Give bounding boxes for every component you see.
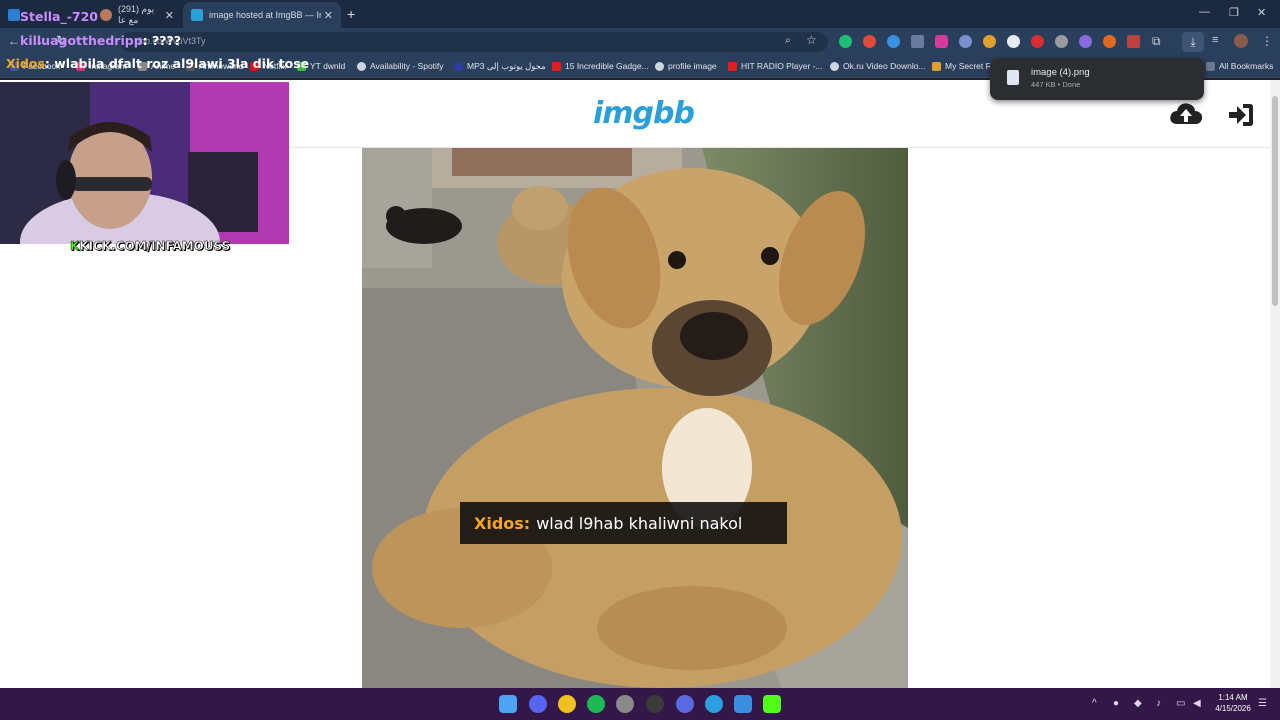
- download-bubble[interactable]: image (4).png 447 KB • Done: [990, 58, 1204, 100]
- chat-username: Xidos: [6, 56, 45, 71]
- profile-avatar[interactable]: [1234, 34, 1248, 48]
- bookmark-profile-image[interactable]: profile image: [655, 61, 717, 71]
- page-scrollbar[interactable]: [1270, 80, 1280, 688]
- chat-text: : ????: [142, 33, 182, 48]
- webcam-overlay: [0, 82, 289, 244]
- tab-title: image hosted at ImgBB — ImgB: [209, 10, 321, 20]
- downloads-icon[interactable]: ⤓: [1182, 32, 1204, 52]
- extension-icon[interactable]: [911, 35, 924, 48]
- app-icon[interactable]: [646, 695, 664, 713]
- network-icon[interactable]: ▭: [1176, 698, 1185, 709]
- extensions-puzzle-icon[interactable]: ⧉: [1152, 34, 1161, 49]
- start-icon[interactable]: [499, 695, 517, 713]
- bookmark-gadgets[interactable]: 15 Incredible Gadge...: [552, 61, 649, 71]
- kick-channel-label: KKICK.COM/INFAMOUSS: [70, 239, 231, 254]
- bookmark-hit-radio[interactable]: HIT RADIO Player -...: [728, 61, 823, 71]
- mic-icon[interactable]: ♪: [1156, 698, 1161, 709]
- restore-icon[interactable]: ❐: [1229, 6, 1239, 19]
- telegram-icon[interactable]: [705, 695, 723, 713]
- chat-username: Stella_-720: [20, 9, 98, 24]
- sign-in-icon[interactable]: [1226, 100, 1256, 130]
- tray-icon[interactable]: ●: [1113, 698, 1119, 709]
- app-icon[interactable]: [734, 695, 752, 713]
- extension-icon[interactable]: [935, 35, 948, 48]
- volume-icon[interactable]: ◀: [1193, 698, 1201, 709]
- notification-icon[interactable]: ☰: [1258, 698, 1267, 709]
- extension-icon[interactable]: [839, 35, 852, 48]
- extension-icon[interactable]: [1031, 35, 1044, 48]
- kick-icon[interactable]: [763, 695, 781, 713]
- caption-text: wlad l9hab khaliwni nakol: [536, 513, 743, 533]
- bookmark-okru-downloader[interactable]: Ok.ru Video Downlo...: [830, 61, 926, 71]
- dog-photo: [362, 148, 908, 688]
- reading-list-icon[interactable]: ≡: [1212, 34, 1218, 46]
- spotify-icon[interactable]: [587, 695, 605, 713]
- streamer-webcam: [0, 82, 289, 244]
- close-window-icon[interactable]: ✕: [1257, 6, 1266, 19]
- close-tab-icon[interactable]: ✕: [165, 9, 174, 22]
- chat-text: : wlabila dfalt roz al9lawi 3la dik tose: [44, 56, 310, 71]
- imgbb-favicon-icon: [191, 9, 203, 21]
- tab-youtube-arabic[interactable]: (291) يوم مع عا ✕: [92, 2, 182, 28]
- hosted-image[interactable]: [362, 148, 908, 688]
- extension-icon[interactable]: [1127, 35, 1140, 48]
- chat-caption-box: Xidos: wlad l9hab khaliwni nakol: [460, 502, 787, 544]
- app-icon[interactable]: [676, 695, 694, 713]
- imgbb-logo[interactable]: imgbb: [593, 96, 695, 131]
- chat-username: killuagotthedripp: [20, 33, 143, 48]
- extension-icon[interactable]: [959, 35, 972, 48]
- caption-username: Xidos:: [474, 513, 531, 533]
- bookmark-all-bookmarks[interactable]: All Bookmarks: [1206, 61, 1273, 71]
- extension-icon[interactable]: [887, 35, 900, 48]
- discord-icon[interactable]: [529, 695, 547, 713]
- chat-message: killuagotthedripp: ????: [4, 33, 181, 48]
- chrome-icon[interactable]: [558, 695, 576, 713]
- obs-icon[interactable]: [616, 695, 634, 713]
- new-tab-button[interactable]: +: [347, 6, 355, 22]
- upload-cloud-icon[interactable]: [1168, 100, 1204, 128]
- extension-icon[interactable]: [983, 35, 996, 48]
- minimize-icon[interactable]: —: [1199, 6, 1210, 18]
- taskbar-clock[interactable]: 1:14 AM 4/15/2026: [1208, 692, 1258, 714]
- extension-icon[interactable]: [1103, 35, 1116, 48]
- zoom-icon[interactable]: ⌕: [785, 35, 791, 46]
- download-status: 447 KB • Done: [1031, 80, 1081, 89]
- download-filename[interactable]: image (4).png: [1031, 67, 1090, 78]
- scrollbar-thumb[interactable]: [1272, 96, 1278, 306]
- windows-taskbar: [0, 688, 1280, 720]
- close-tab-icon[interactable]: ✕: [324, 9, 333, 22]
- bookmark-mp3-converter[interactable]: MP3 محول يوتوب إلى: [454, 61, 546, 72]
- menu-kebab-icon[interactable]: ⋮: [1261, 34, 1273, 48]
- bookmark-spotify-availability[interactable]: Availability - Spotify: [357, 61, 444, 71]
- extension-icon[interactable]: [1079, 35, 1092, 48]
- discord-tray-icon[interactable]: ◆: [1134, 698, 1142, 709]
- bookmark-star-icon[interactable]: ☆: [806, 33, 817, 47]
- extension-icon[interactable]: [863, 35, 876, 48]
- file-icon: [1007, 70, 1019, 85]
- chat-message: Xidos: wlabila dfalt roz al9lawi 3la dik…: [6, 56, 309, 71]
- tray-overflow-icon[interactable]: ^: [1092, 698, 1097, 709]
- tab-title: (291) يوم مع عا: [118, 4, 155, 25]
- extension-icon[interactable]: [1055, 35, 1068, 48]
- chat-message: Stella_-720: [4, 9, 98, 24]
- extension-icon[interactable]: [1007, 35, 1020, 48]
- address-bar[interactable]: ibb.co/WvpVt3Ty: [120, 32, 828, 52]
- tab-imgbb[interactable]: image hosted at ImgBB — ImgB ✕: [183, 2, 341, 28]
- tab-favicon-icon: [100, 9, 112, 21]
